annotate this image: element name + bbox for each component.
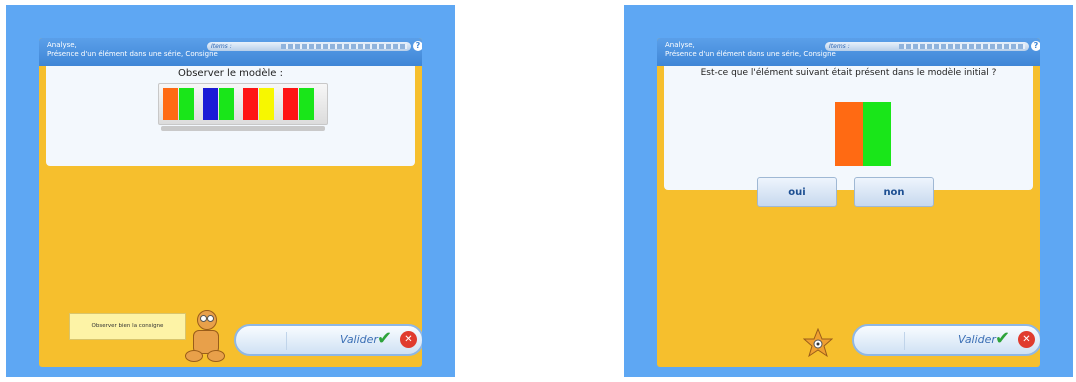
activity-title: Analyse, Présence d'un élément dans une … — [47, 41, 218, 59]
validate-bar: Valider ✔ ✕ — [852, 324, 1040, 356]
model-group-3 — [243, 88, 274, 120]
instruction-panel: Observer le modèle : — [46, 66, 415, 166]
star-mascot-icon — [802, 327, 834, 358]
test-bar — [835, 102, 863, 166]
model-bar — [163, 88, 178, 120]
model-bar — [203, 88, 218, 120]
model-group-4 — [283, 88, 314, 120]
items-progress-bar: Items : — [825, 42, 1029, 51]
title-line-2: Présence d'un élément dans une série, Co… — [47, 50, 218, 58]
model-bar — [283, 88, 298, 120]
title-line-1: Analyse, — [47, 41, 77, 49]
instruction-heading: Observer le modèle : — [178, 68, 283, 79]
items-ticks — [899, 44, 1025, 49]
help-icon[interactable]: ? — [1031, 41, 1040, 51]
check-icon[interactable]: ✔ — [377, 328, 392, 350]
title-line-2: Présence d'un élément dans une série, Co… — [665, 50, 836, 58]
validate-bar: Valider ✔ ✕ — [234, 324, 422, 356]
model-bar — [299, 88, 314, 120]
hint-tooltip: Observer bien la consigne — [69, 313, 186, 340]
model-shelf — [161, 126, 325, 131]
no-button[interactable]: non — [854, 177, 934, 207]
title-bar: Analyse, Présence d'un élément dans une … — [39, 38, 422, 66]
right-screen: Analyse, Présence d'un élément dans une … — [624, 5, 1073, 377]
model-group-1 — [163, 88, 194, 120]
items-label: Items : — [211, 43, 232, 50]
items-label: Items : — [829, 43, 850, 50]
test-element — [835, 102, 895, 166]
help-icon[interactable]: ? — [413, 41, 422, 51]
model-bar — [259, 88, 274, 120]
app-window: Analyse, Présence d'un élément dans une … — [657, 38, 1040, 367]
title-bar: Analyse, Présence d'un élément dans une … — [657, 38, 1040, 66]
validate-button[interactable]: Valider — [340, 333, 378, 346]
app-window: Analyse, Présence d'un élément dans une … — [39, 38, 422, 367]
question-panel: Est-ce que l'élément suivant était prése… — [664, 66, 1033, 190]
mascot-character-icon — [179, 306, 229, 362]
test-bar — [863, 102, 891, 166]
yes-button[interactable]: oui — [757, 177, 837, 207]
title-line-1: Analyse, — [665, 41, 695, 49]
close-icon[interactable]: ✕ — [400, 331, 417, 348]
model-bar — [179, 88, 194, 120]
model-bar — [243, 88, 258, 120]
items-progress-bar: Items : — [207, 42, 411, 51]
activity-title: Analyse, Présence d'un élément dans une … — [665, 41, 836, 59]
close-icon[interactable]: ✕ — [1018, 331, 1035, 348]
question-text: Est-ce que l'élément suivant était prése… — [700, 68, 997, 78]
left-screen: Analyse, Présence d'un élément dans une … — [6, 5, 455, 377]
model-bar — [219, 88, 234, 120]
check-icon[interactable]: ✔ — [995, 328, 1010, 350]
model-group-2 — [203, 88, 234, 120]
items-ticks — [281, 44, 407, 49]
validate-button[interactable]: Valider — [958, 333, 996, 346]
model-display — [158, 83, 328, 125]
